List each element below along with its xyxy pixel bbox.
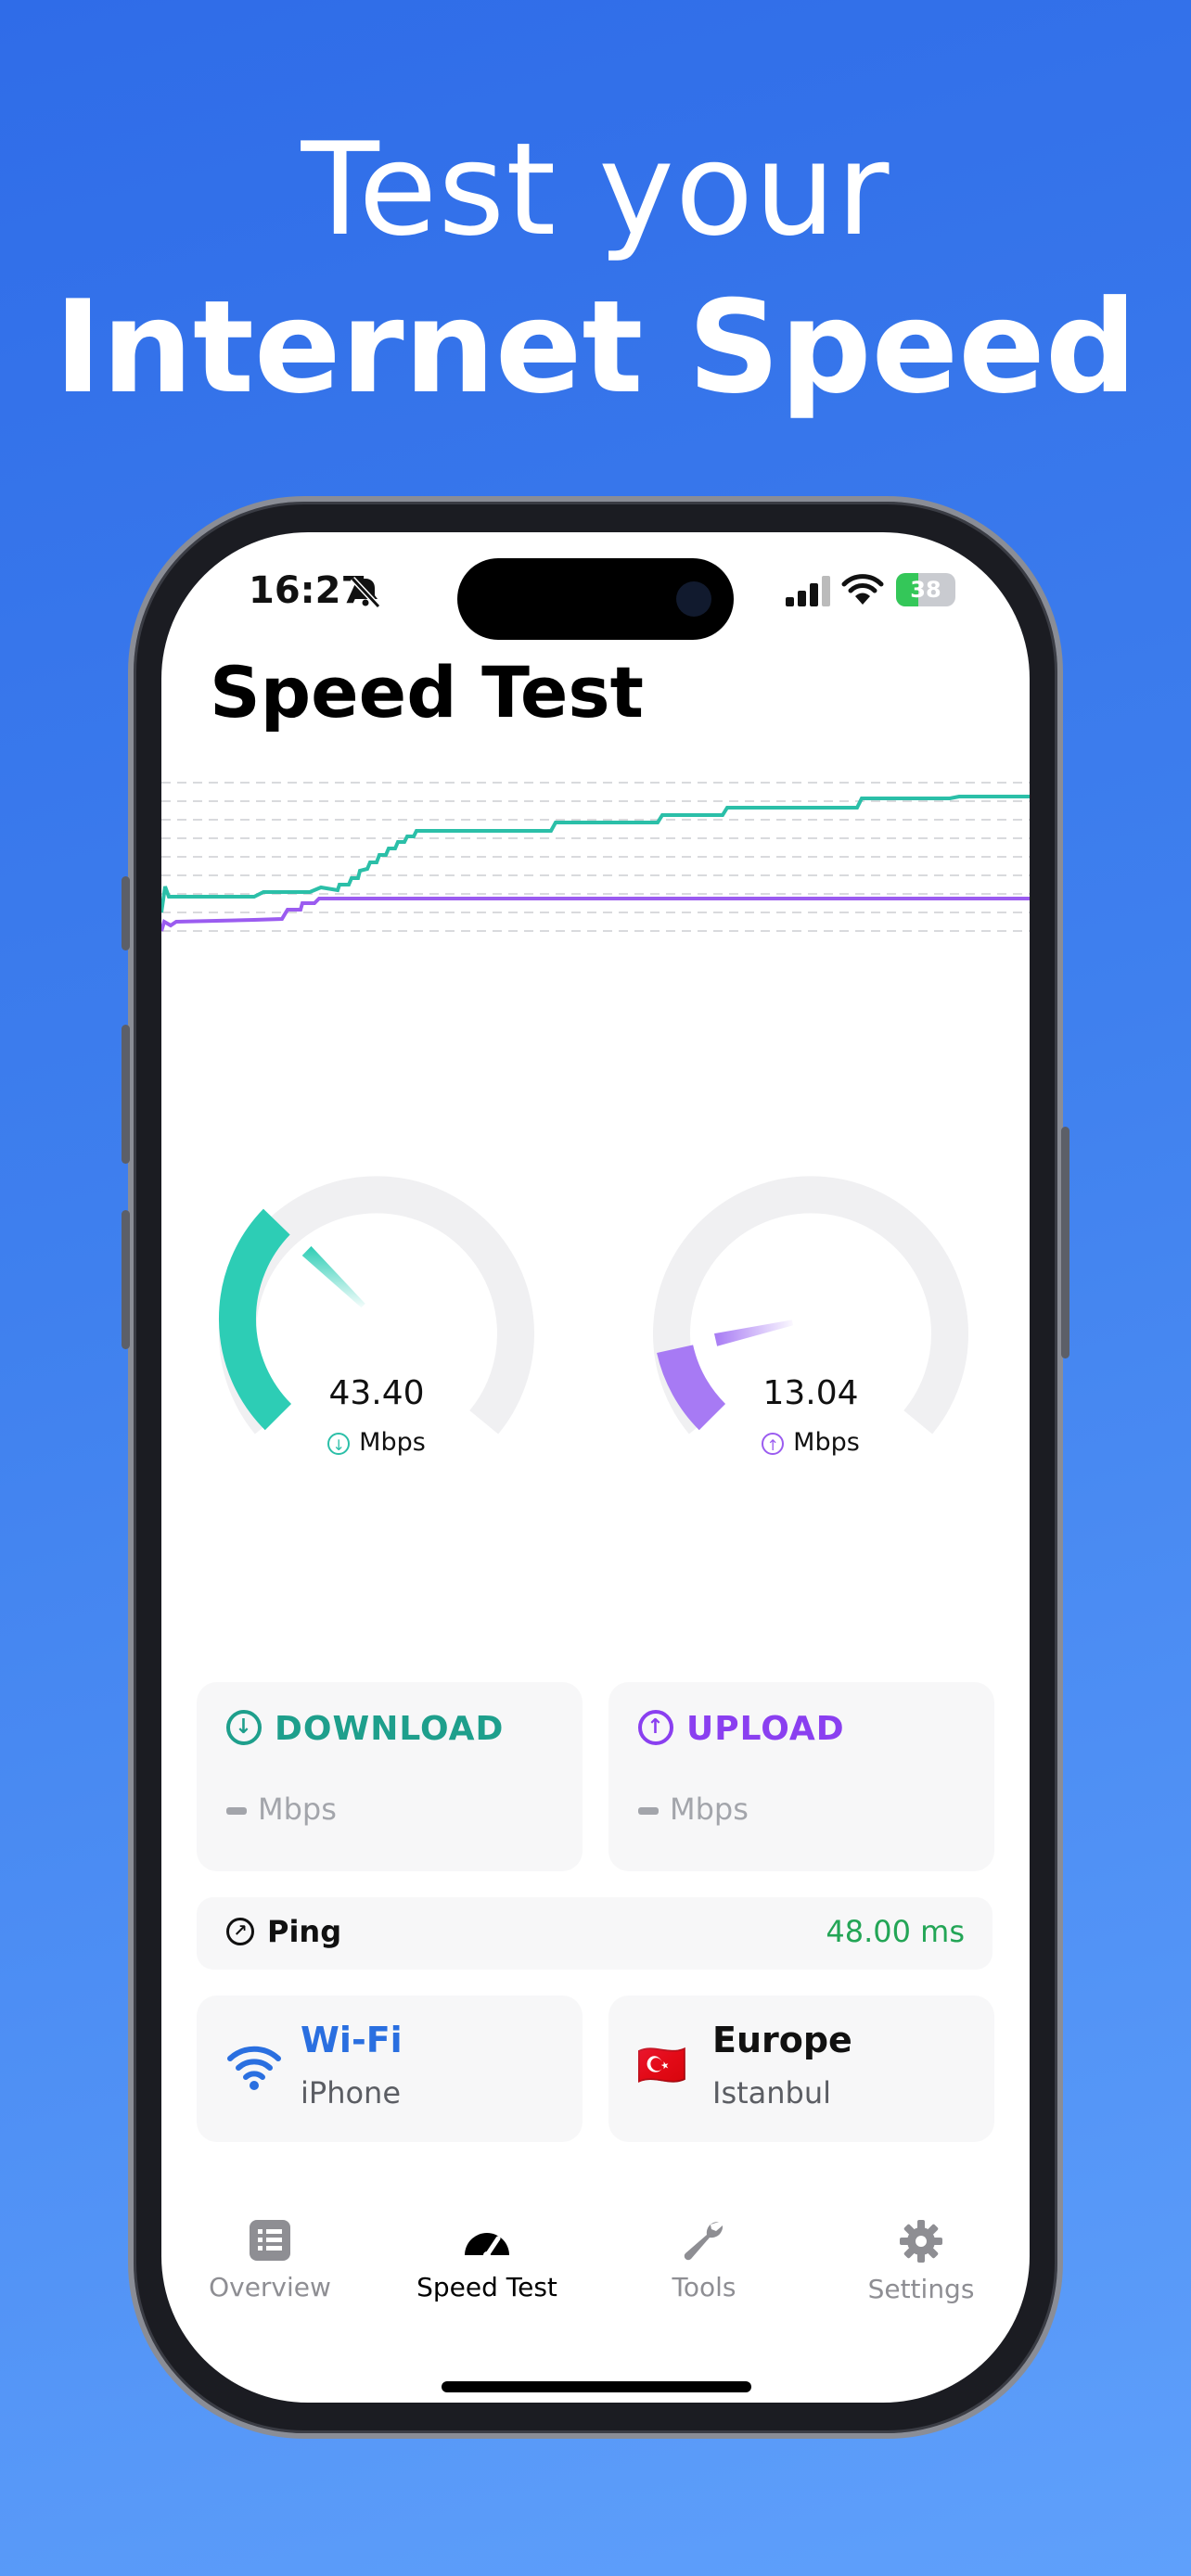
upload-gauge-needle xyxy=(714,1320,794,1346)
list-icon xyxy=(250,2220,290,2261)
upload-gauge-value: 13.04 xyxy=(762,1374,859,1412)
download-card-heading: ↓ DOWNLOAD xyxy=(226,1710,504,1748)
wifi-icon xyxy=(227,2046,281,2090)
placeholder-dash xyxy=(226,1807,247,1815)
upload-card-heading: ↑ UPLOAD xyxy=(638,1710,845,1748)
tab-tools-label: Tools xyxy=(672,2272,736,2302)
download-card-label: DOWNLOAD xyxy=(275,1710,505,1748)
ping-row: ↗ Ping 48.00 ms xyxy=(197,1897,992,1970)
headline-line-1: Test your xyxy=(301,115,890,264)
download-card: ↓ DOWNLOAD Mbps xyxy=(197,1682,583,1871)
download-card-value: Mbps xyxy=(226,1792,337,1827)
bell-muted-icon xyxy=(350,576,381,609)
upload-card: ↑ UPLOAD Mbps xyxy=(608,1682,994,1871)
download-history-line xyxy=(161,795,1030,913)
phone-volume-down-button xyxy=(122,1210,130,1349)
network-type: Wi-Fi xyxy=(301,2020,403,2060)
battery-percent: 38 xyxy=(910,577,941,603)
network-card[interactable]: Wi-Fi iPhone xyxy=(197,1996,583,2142)
server-city: Istanbul xyxy=(712,2075,832,2111)
gear-icon xyxy=(900,2220,942,2263)
upload-circle-icon: ↑ xyxy=(638,1710,673,1745)
tab-settings-label: Settings xyxy=(867,2274,975,2304)
ping-icon: ↗ xyxy=(226,1918,254,1945)
tab-overview[interactable]: Overview xyxy=(161,2218,378,2329)
upload-unit-label: Mbps xyxy=(793,1428,860,1457)
speedometer-icon xyxy=(465,2233,509,2259)
download-arrow-icon: ↓ xyxy=(327,1432,351,1455)
ping-value: 48.00 ms xyxy=(826,1914,965,1949)
placeholder-dash xyxy=(638,1807,659,1815)
camera-icon xyxy=(676,581,711,617)
speed-history-chart xyxy=(161,782,1030,932)
server-region: Europe xyxy=(712,2020,852,2060)
phone-action-button xyxy=(122,876,130,950)
upload-gauge-unit: ↑ Mbps xyxy=(644,1428,978,1457)
wrench-icon xyxy=(684,2221,724,2261)
download-gauge-unit: ↓ Mbps xyxy=(210,1428,544,1457)
phone-volume-up-button xyxy=(122,1025,130,1164)
tab-speed-test[interactable]: Speed Test xyxy=(378,2218,596,2329)
download-gauge-needle xyxy=(301,1245,365,1308)
upload-card-value: Mbps xyxy=(638,1792,749,1827)
download-unit-label: Mbps xyxy=(359,1428,426,1457)
upload-card-unit: Mbps xyxy=(670,1792,749,1827)
dynamic-island xyxy=(457,558,734,640)
network-device: iPhone xyxy=(301,2075,402,2111)
tab-tools[interactable]: Tools xyxy=(596,2218,813,2329)
tab-speed-test-label: Speed Test xyxy=(416,2272,557,2302)
headline-line-2: Internet Speed xyxy=(54,273,1137,422)
tab-overview-label: Overview xyxy=(209,2272,331,2302)
screen-title: Speed Test xyxy=(210,651,644,733)
tab-bar: Overview Speed Test Tools Settings xyxy=(161,2218,1030,2329)
promo-headline: Test your Internet Speed xyxy=(0,111,1191,427)
upload-arrow-icon: ↑ xyxy=(762,1432,785,1455)
phone-screen: 16:27 38 Speed Test 43.40 ↓ Mbps 13.04 ↑… xyxy=(161,532,1030,2403)
ping-label: ↗ Ping xyxy=(226,1914,341,1949)
upload-history-line xyxy=(161,897,1030,932)
wifi-status-icon xyxy=(841,574,884,605)
server-card[interactable]: 🇹🇷 Europe Istanbul xyxy=(608,1996,994,2142)
phone-power-button xyxy=(1061,1127,1069,1358)
download-card-unit: Mbps xyxy=(258,1792,337,1827)
download-gauge-value: 43.40 xyxy=(328,1374,425,1412)
tab-settings[interactable]: Settings xyxy=(813,2218,1030,2329)
ping-label-text: Ping xyxy=(267,1914,342,1949)
cellular-signal-icon xyxy=(786,576,830,606)
upload-card-label: UPLOAD xyxy=(686,1710,845,1748)
turkey-flag-icon: 🇹🇷 xyxy=(636,2042,687,2089)
battery-icon: 38 xyxy=(896,573,955,606)
home-indicator[interactable] xyxy=(442,2381,751,2392)
download-circle-icon: ↓ xyxy=(226,1710,262,1745)
